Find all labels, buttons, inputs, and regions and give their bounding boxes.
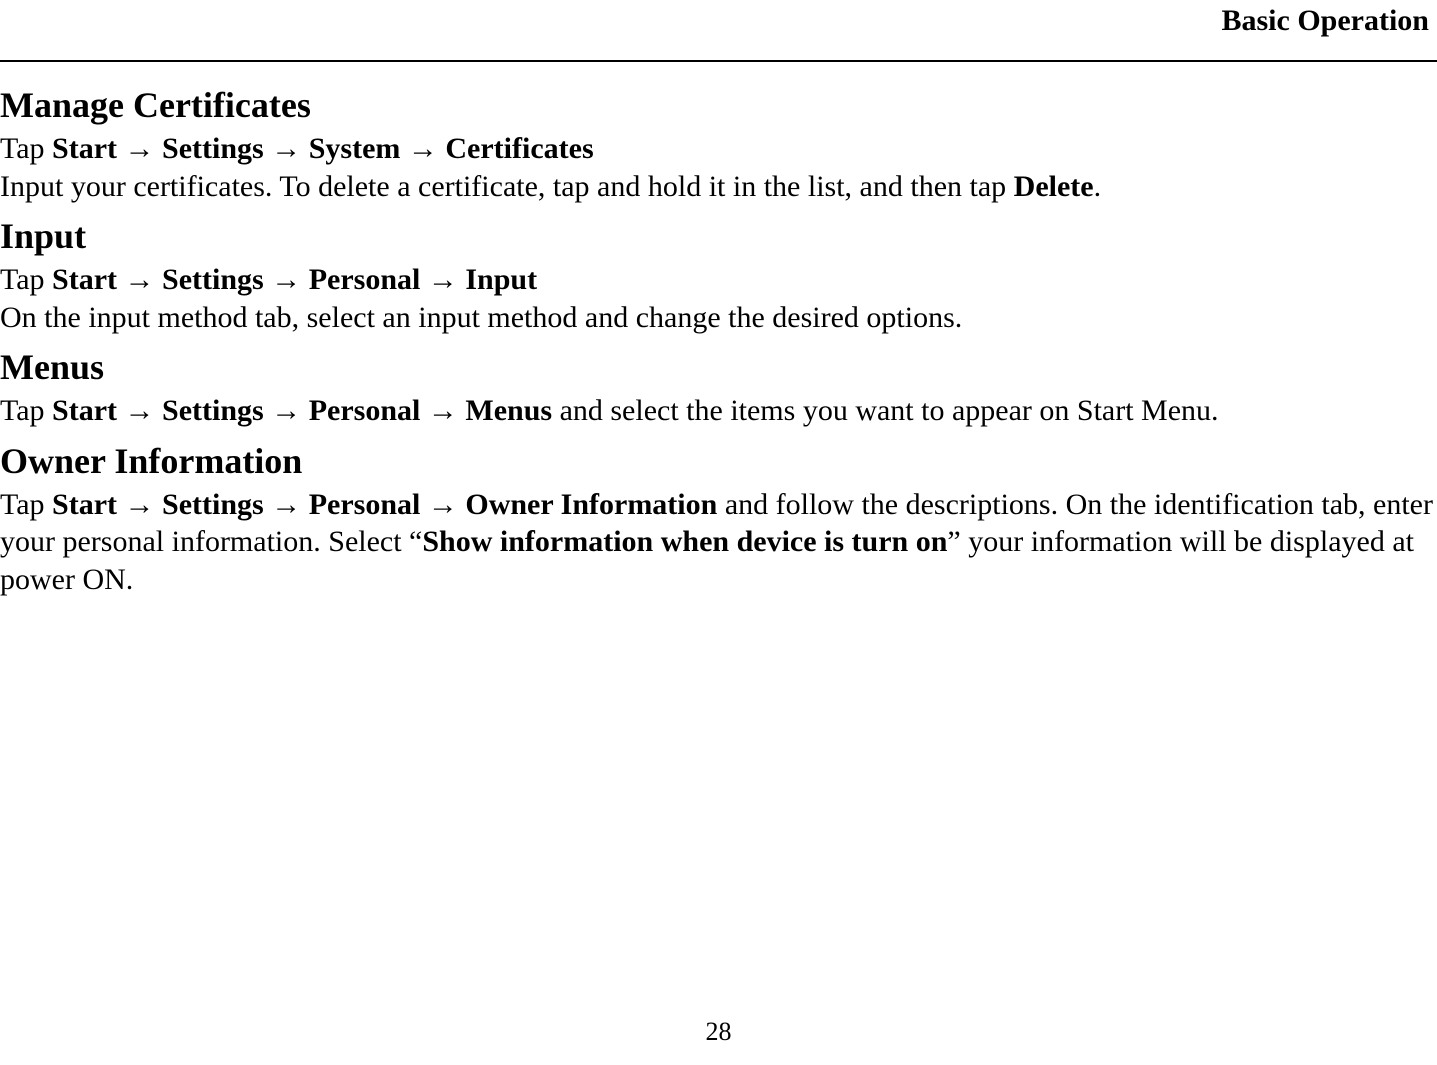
text-tap: Tap	[0, 488, 52, 521]
path-menus: Menus	[465, 394, 552, 427]
text-delete: Delete	[1014, 170, 1094, 203]
arrow-icon: →	[271, 263, 301, 296]
paragraph-owner: Tap Start → Settings → Personal → Owner …	[0, 486, 1433, 599]
arrow-icon: →	[408, 132, 438, 165]
heading-menus: Menus	[0, 346, 1433, 388]
arrow-icon: →	[125, 394, 155, 427]
text-input-body: On the input method tab, select an input…	[0, 301, 962, 334]
paragraph-menus: Tap Start → Settings → Personal → Menus …	[0, 392, 1433, 430]
path-certificates: Certificates	[445, 132, 593, 165]
path-settings: Settings	[162, 488, 264, 521]
path-settings: Settings	[162, 132, 264, 165]
arrow-icon: →	[428, 394, 458, 427]
arrow-icon: →	[271, 394, 301, 427]
text-tap: Tap	[0, 132, 52, 165]
path-system: System	[309, 132, 401, 165]
path-personal: Personal	[309, 394, 421, 427]
page-number: 28	[0, 1017, 1437, 1047]
page-header-title: Basic Operation	[1222, 4, 1430, 38]
heading-manage-certificates: Manage Certificates	[0, 84, 1433, 126]
path-start: Start	[52, 488, 117, 521]
page-content: Manage Certificates Tap Start → Settings…	[0, 78, 1437, 608]
path-start: Start	[52, 263, 117, 296]
text-cert-body-post: .	[1094, 170, 1102, 203]
path-owner-information: Owner Information	[465, 488, 717, 521]
arrow-icon: →	[125, 263, 155, 296]
path-start: Start	[52, 394, 117, 427]
paragraph-input: Tap Start → Settings → Personal → Input …	[0, 261, 1433, 336]
heading-owner-information: Owner Information	[0, 440, 1433, 482]
text-tap: Tap	[0, 263, 52, 296]
heading-input: Input	[0, 215, 1433, 257]
path-settings: Settings	[162, 394, 264, 427]
path-personal: Personal	[309, 488, 421, 521]
arrow-icon: →	[428, 488, 458, 521]
arrow-icon: →	[125, 488, 155, 521]
arrow-icon: →	[271, 488, 301, 521]
document-page: Basic Operation Manage Certificates Tap …	[0, 0, 1437, 1065]
arrow-icon: →	[271, 132, 301, 165]
path-start: Start	[52, 132, 117, 165]
paragraph-certificates-path: Tap Start → Settings → System → Certific…	[0, 130, 1433, 205]
arrow-icon: →	[125, 132, 155, 165]
text-cert-body-pre: Input your certificates. To delete a cer…	[0, 170, 1014, 203]
text-show-info-bold: Show information when device is turn on	[422, 525, 947, 558]
path-settings: Settings	[162, 263, 264, 296]
path-input: Input	[465, 263, 537, 296]
arrow-icon: →	[428, 263, 458, 296]
text-menus-tail: and select the items you want to appear …	[552, 394, 1219, 427]
header-rule	[0, 60, 1437, 62]
text-tap: Tap	[0, 394, 52, 427]
path-personal: Personal	[309, 263, 421, 296]
